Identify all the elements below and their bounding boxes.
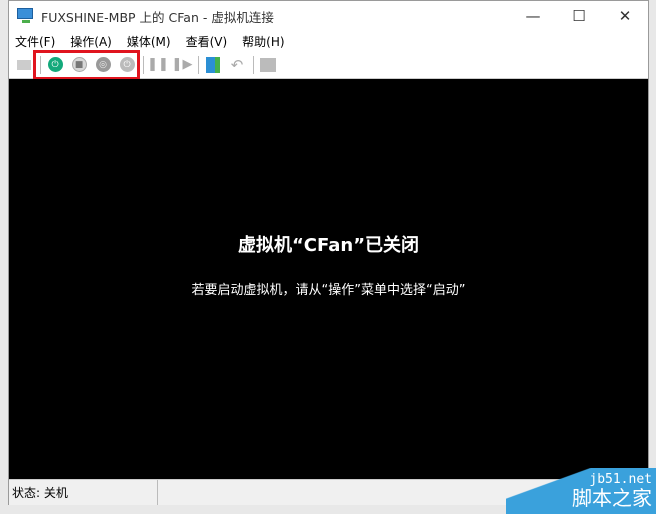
minimize-button[interactable]: — — [510, 1, 556, 31]
vm-connection-window: FUXSHINE-MBP 上的 CFan - 虚拟机连接 — ☐ ✕ 文件(F)… — [8, 0, 649, 505]
pause-icon: ❚❚ — [147, 57, 169, 72]
revert-icon: ↶ — [230, 55, 244, 74]
close-button[interactable]: ✕ — [602, 1, 648, 31]
menu-view[interactable]: 查看(V) — [186, 33, 228, 50]
vm-connection-icon — [17, 8, 35, 24]
menu-action[interactable]: 操作(A) — [70, 33, 112, 50]
maximize-button[interactable]: ☐ — [556, 1, 602, 31]
enhanced-session-icon — [260, 57, 276, 72]
window-title: FUXSHINE-MBP 上的 CFan - 虚拟机连接 — [41, 9, 274, 25]
menu-media[interactable]: 媒体(M) — [127, 33, 171, 50]
vm-display[interactable]: 虚拟机“CFan”已关闭 若要启动虚拟机，请从“操作”菜单中选择“启动” — [9, 79, 648, 479]
menu-help[interactable]: 帮助(H) — [242, 33, 284, 50]
vm-off-title: 虚拟机“CFan”已关闭 — [237, 235, 420, 256]
toolbar-separator — [143, 55, 144, 74]
toolbar-separator — [253, 55, 254, 74]
toolbar: ⏻ ■ ◎ ⏻ ❚❚ ❚▶ ↶ — [9, 50, 648, 80]
watermark-logo: jb51.net 脚本之家 — [506, 468, 656, 514]
ctrl-alt-del-button[interactable] — [13, 54, 35, 76]
menu-file[interactable]: 文件(F) — [15, 33, 55, 50]
status-text: 状态: 关机 — [9, 480, 158, 505]
watermark-url: jb51.net — [589, 472, 652, 487]
title-bar: FUXSHINE-MBP 上的 CFan - 虚拟机连接 — ☐ ✕ — [9, 1, 648, 31]
checkpoint-icon — [206, 56, 220, 73]
revert-button[interactable]: ↶ — [226, 54, 248, 76]
enhanced-session-button[interactable] — [257, 54, 279, 76]
vm-off-hint: 若要启动虚拟机，请从“操作”菜单中选择“启动” — [191, 283, 466, 298]
toolbar-separator — [198, 55, 199, 74]
resume-button[interactable]: ❚▶ — [171, 54, 193, 76]
menu-bar: 文件(F) 操作(A) 媒体(M) 查看(V) 帮助(H) — [9, 31, 648, 51]
resume-icon: ❚▶ — [171, 57, 193, 72]
checkpoint-button[interactable] — [202, 54, 224, 76]
pause-button[interactable]: ❚❚ — [147, 54, 169, 76]
highlight-box — [33, 50, 140, 80]
keyboard-icon — [17, 59, 31, 70]
watermark-name: 脚本之家 — [572, 486, 652, 510]
